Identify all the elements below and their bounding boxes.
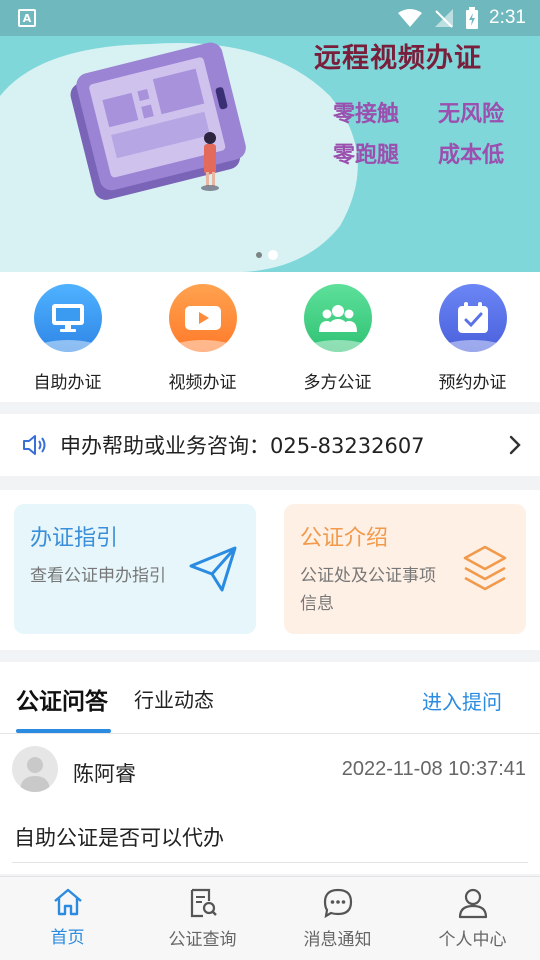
guide-card[interactable]: 办证指引 查看公证申办指引 <box>14 504 256 634</box>
nav-notary-query[interactable]: 公证查询 <box>135 877 270 960</box>
quick-actions: 自助办证 视频办证 多方公证 预约办证 <box>0 272 540 402</box>
clock: 2:31 <box>489 7 526 28</box>
layers-icon <box>463 545 507 591</box>
document-search-icon <box>190 888 217 918</box>
card-description: 查看公证申办指引 <box>30 566 166 586</box>
bottom-nav: 首页 公证查询 消息通知 个人中心 <box>0 876 540 960</box>
quick-action-label: 预约办证 <box>438 373 507 393</box>
consult-text: 申办帮助或业务咨询：025-83232607 <box>60 434 425 458</box>
nav-notifications[interactable]: 消息通知 <box>270 877 405 960</box>
banner-title: 远程视频办证 <box>314 43 482 74</box>
post-author: 陈阿睿 <box>73 762 136 786</box>
ask-question-link[interactable]: 进入提问 <box>422 686 502 715</box>
question-text[interactable]: 自助公证是否可以代办 <box>14 822 224 852</box>
nav-label: 公证查询 <box>168 930 237 950</box>
tab-qa[interactable]: 公证问答 <box>16 682 108 716</box>
chat-bubble-icon <box>323 888 352 919</box>
status-bar: A 2:31 <box>0 0 540 36</box>
carousel-dot-active[interactable] <box>268 250 278 260</box>
carousel-dot[interactable] <box>256 252 262 258</box>
calendar-check-icon <box>438 284 507 352</box>
group-icon <box>303 284 372 352</box>
active-tab-indicator <box>16 729 111 733</box>
video-camera-icon <box>168 284 237 352</box>
qa-section: 公证问答 行业动态 进入提问 陈阿睿 2022-11-08 10:37:41 自… <box>0 662 540 874</box>
post-header[interactable]: 陈阿睿 2022-11-08 10:37:41 <box>0 734 540 806</box>
appointment-button[interactable]: 预约办证 <box>405 272 540 402</box>
nav-label: 消息通知 <box>303 930 372 950</box>
status-indicators: 2:31 <box>397 7 526 29</box>
no-signal-icon <box>435 9 454 28</box>
quick-action-label: 视频办证 <box>168 373 237 393</box>
info-cards: 办证指引 查看公证申办指引 公证介绍 公证处及公证事项信息 <box>0 490 540 650</box>
speaker-icon <box>23 435 46 455</box>
paper-plane-icon <box>189 546 237 592</box>
app-notification-icon: A <box>18 9 36 27</box>
intro-card[interactable]: 公证介绍 公证处及公证事项信息 <box>284 504 526 634</box>
slogan-text: 无风险 <box>438 102 505 127</box>
nav-profile[interactable]: 个人中心 <box>405 877 540 960</box>
multi-party-button[interactable]: 多方公证 <box>270 272 405 402</box>
nav-label: 首页 <box>50 928 85 948</box>
home-icon <box>53 888 82 916</box>
slogan-text: 成本低 <box>438 143 505 168</box>
post-timestamp: 2022-11-08 10:37:41 <box>341 758 526 780</box>
nav-label: 个人中心 <box>438 930 507 950</box>
slogan-text: 零跑腿 <box>333 143 400 168</box>
battery-icon <box>466 7 479 29</box>
qa-tabs: 公证问答 行业动态 进入提问 <box>0 662 540 734</box>
avatar <box>12 746 58 792</box>
divider <box>12 862 528 863</box>
monitor-icon <box>33 284 102 352</box>
chevron-right-icon <box>509 435 521 455</box>
carousel-indicator[interactable] <box>256 250 278 260</box>
slogan-text: 零接触 <box>333 102 400 127</box>
quick-action-label: 自助办证 <box>33 373 102 393</box>
quick-action-label: 多方公证 <box>303 373 372 393</box>
video-service-button[interactable]: 视频办证 <box>135 272 270 402</box>
consult-hotline-bar[interactable]: 申办帮助或业务咨询：025-83232607 <box>0 414 540 476</box>
tab-industry-news[interactable]: 行业动态 <box>134 684 214 713</box>
self-service-button[interactable]: 自助办证 <box>0 272 135 402</box>
promo-banner[interactable]: 远程视频办证 零接触 无风险 零跑腿 成本低 <box>0 36 540 272</box>
card-description: 公证处及公证事项信息 <box>300 566 436 614</box>
wifi-icon <box>398 9 423 27</box>
user-icon <box>458 888 487 919</box>
nav-home[interactable]: 首页 <box>0 877 135 960</box>
